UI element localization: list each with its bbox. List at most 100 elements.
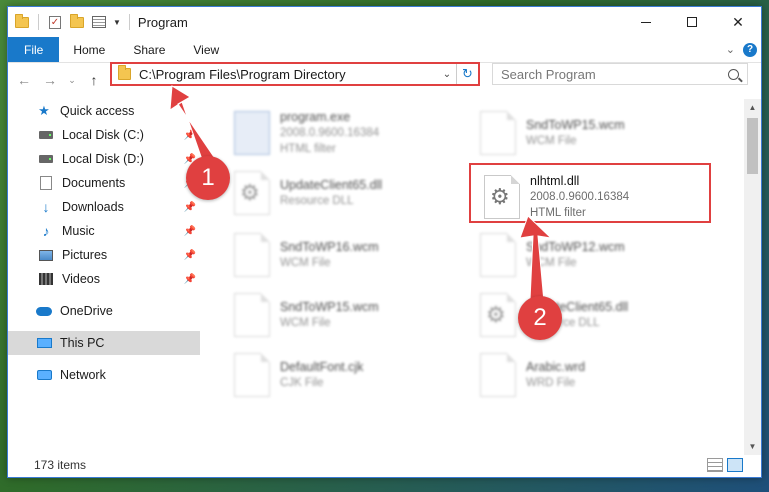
list-item[interactable]: DefaultFont.cjk CJK File	[234, 347, 474, 403]
file-detail: WRD File	[526, 377, 576, 389]
pc-icon	[36, 335, 52, 351]
navigation-pane: ★ Quick access Local Disk (C:) 📌 Local D…	[8, 99, 200, 455]
tab-file[interactable]: File	[8, 37, 60, 62]
sidebar-item-label: Pictures	[62, 248, 108, 262]
pin-icon: 📌	[183, 273, 196, 285]
sidebar-item-network[interactable]: Network	[8, 363, 200, 387]
forward-button[interactable]: →	[40, 70, 60, 90]
file-type: HTML filter	[280, 143, 336, 155]
view-switcher	[707, 458, 743, 472]
file-detail: WCM File	[280, 257, 331, 269]
sidebar-item-label: This PC	[60, 336, 105, 350]
list-item[interactable]: program.exe 2008.0.9600.16384 HTML filte…	[234, 105, 474, 161]
sidebar-item-label: Music	[62, 224, 95, 238]
sidebar-item-pictures[interactable]: Pictures 📌	[8, 243, 200, 267]
help-icon[interactable]: ?	[743, 42, 757, 57]
search-icon	[728, 68, 739, 80]
sidebar-item-videos[interactable]: Videos 📌	[8, 267, 200, 291]
file-name: DefaultFont.cjk	[280, 360, 364, 374]
file-name: SndToWP15.wcm	[526, 118, 625, 132]
maximize-button[interactable]	[669, 7, 715, 37]
file-name: SndToWP16.wcm	[280, 240, 379, 254]
back-button[interactable]: ←	[14, 70, 34, 90]
sidebar-item-label: OneDrive	[60, 304, 113, 318]
folder-icon	[14, 13, 30, 30]
file-detail: CJK File	[280, 377, 324, 389]
file-detail: WCM File	[526, 135, 577, 147]
file-detail: WCM File	[280, 317, 331, 329]
list-item[interactable]: Arabic.wrd WRD File	[480, 347, 720, 403]
file-icon	[480, 353, 516, 397]
file-highlight-box	[469, 163, 711, 223]
sidebar-item-downloads[interactable]: ↓ Downloads 📌	[8, 195, 200, 219]
close-button[interactable]: ✕	[715, 7, 761, 37]
dll-gear-icon	[480, 293, 516, 337]
properties-check-icon[interactable]: ✓	[47, 14, 63, 30]
application-icon	[234, 111, 270, 155]
sidebar-item-label: Quick access	[60, 104, 135, 118]
sidebar-item-label: Documents	[62, 176, 126, 190]
tiles-view-icon[interactable]	[727, 458, 743, 472]
view-options-icon[interactable]	[91, 14, 107, 30]
list-item[interactable]: SndToWP15.wcm WCM File	[234, 287, 474, 343]
vertical-scrollbar[interactable]: ▲	[744, 99, 761, 455]
minimize-button[interactable]	[623, 7, 669, 37]
window-controls: ✕	[623, 7, 761, 37]
star-icon: ★	[38, 103, 50, 118]
customize-toolbar-icon[interactable]: ▼	[113, 18, 121, 27]
tab-view[interactable]: View	[179, 37, 233, 62]
scroll-up-icon[interactable]: ▲	[744, 99, 761, 116]
pin-icon: 📌	[183, 225, 196, 237]
list-item[interactable]: SndToWP12.wcm WCM File	[480, 227, 720, 283]
list-item[interactable]: UpdateClient65.dll Resource DLL	[480, 287, 720, 343]
disk-icon	[38, 127, 54, 143]
file-detail: 2008.0.9600.16384	[280, 127, 380, 139]
file-name: program.exe	[280, 110, 351, 124]
sidebar-item-local-disk-d[interactable]: Local Disk (D:) 📌	[8, 147, 200, 171]
dll-gear-icon	[234, 171, 270, 215]
file-icon	[480, 111, 516, 155]
music-icon: ♪	[42, 223, 50, 239]
minimize-icon	[641, 21, 651, 23]
refresh-icon[interactable]: ↻	[456, 64, 478, 84]
sidebar-item-quick-access[interactable]: ★ Quick access	[8, 99, 200, 123]
recent-locations-button[interactable]: ⌄	[66, 70, 78, 90]
address-dropdown-icon[interactable]: ⌄	[438, 69, 456, 80]
scroll-thumb[interactable]	[747, 118, 758, 174]
list-item[interactable]: UpdateClient65.dll Resource DLL	[234, 165, 474, 221]
list-item[interactable]: SndToWP16.wcm WCM File	[234, 227, 474, 283]
pin-icon: 📌	[183, 249, 196, 261]
address-path[interactable]: C:\Program Files\Program Directory	[139, 67, 346, 82]
sidebar-item-label: Local Disk (C:)	[62, 128, 144, 142]
toolbar-separator	[38, 14, 39, 30]
item-count: 173 items	[34, 458, 87, 472]
search-box[interactable]: Search Program	[492, 63, 748, 85]
tab-share[interactable]: Share	[119, 37, 179, 62]
status-bar: 173 items	[8, 453, 761, 477]
step-1-badge: 1	[186, 156, 230, 200]
expand-ribbon-icon[interactable]: ⌄	[726, 43, 735, 56]
pictures-icon	[38, 247, 54, 263]
details-view-icon[interactable]	[707, 458, 723, 472]
list-item[interactable]: SndToWP15.wcm WCM File	[480, 105, 720, 161]
address-bar[interactable]: C:\Program Files\Program Directory ⌄ ↻	[110, 62, 480, 86]
toolbar-separator	[128, 14, 130, 30]
sidebar-item-onedrive[interactable]: OneDrive	[8, 299, 200, 323]
up-button[interactable]: ↑	[84, 70, 104, 90]
file-name: Arabic.wrd	[526, 360, 586, 374]
tab-home[interactable]: Home	[59, 37, 119, 62]
file-icon	[234, 353, 270, 397]
sidebar-item-documents[interactable]: Documents 📌	[8, 171, 200, 195]
folder-icon	[118, 65, 131, 80]
sidebar-item-local-disk-c[interactable]: Local Disk (C:) 📌	[8, 123, 200, 147]
file-icon	[234, 293, 270, 337]
file-name: SndToWP12.wcm	[526, 240, 625, 254]
sidebar-item-this-pc[interactable]: This PC	[8, 331, 200, 355]
pin-icon: 📌	[183, 201, 196, 213]
sidebar-item-music[interactable]: ♪ Music 📌	[8, 219, 200, 243]
new-folder-icon[interactable]	[69, 13, 85, 30]
sidebar-item-label: Downloads	[62, 200, 124, 214]
